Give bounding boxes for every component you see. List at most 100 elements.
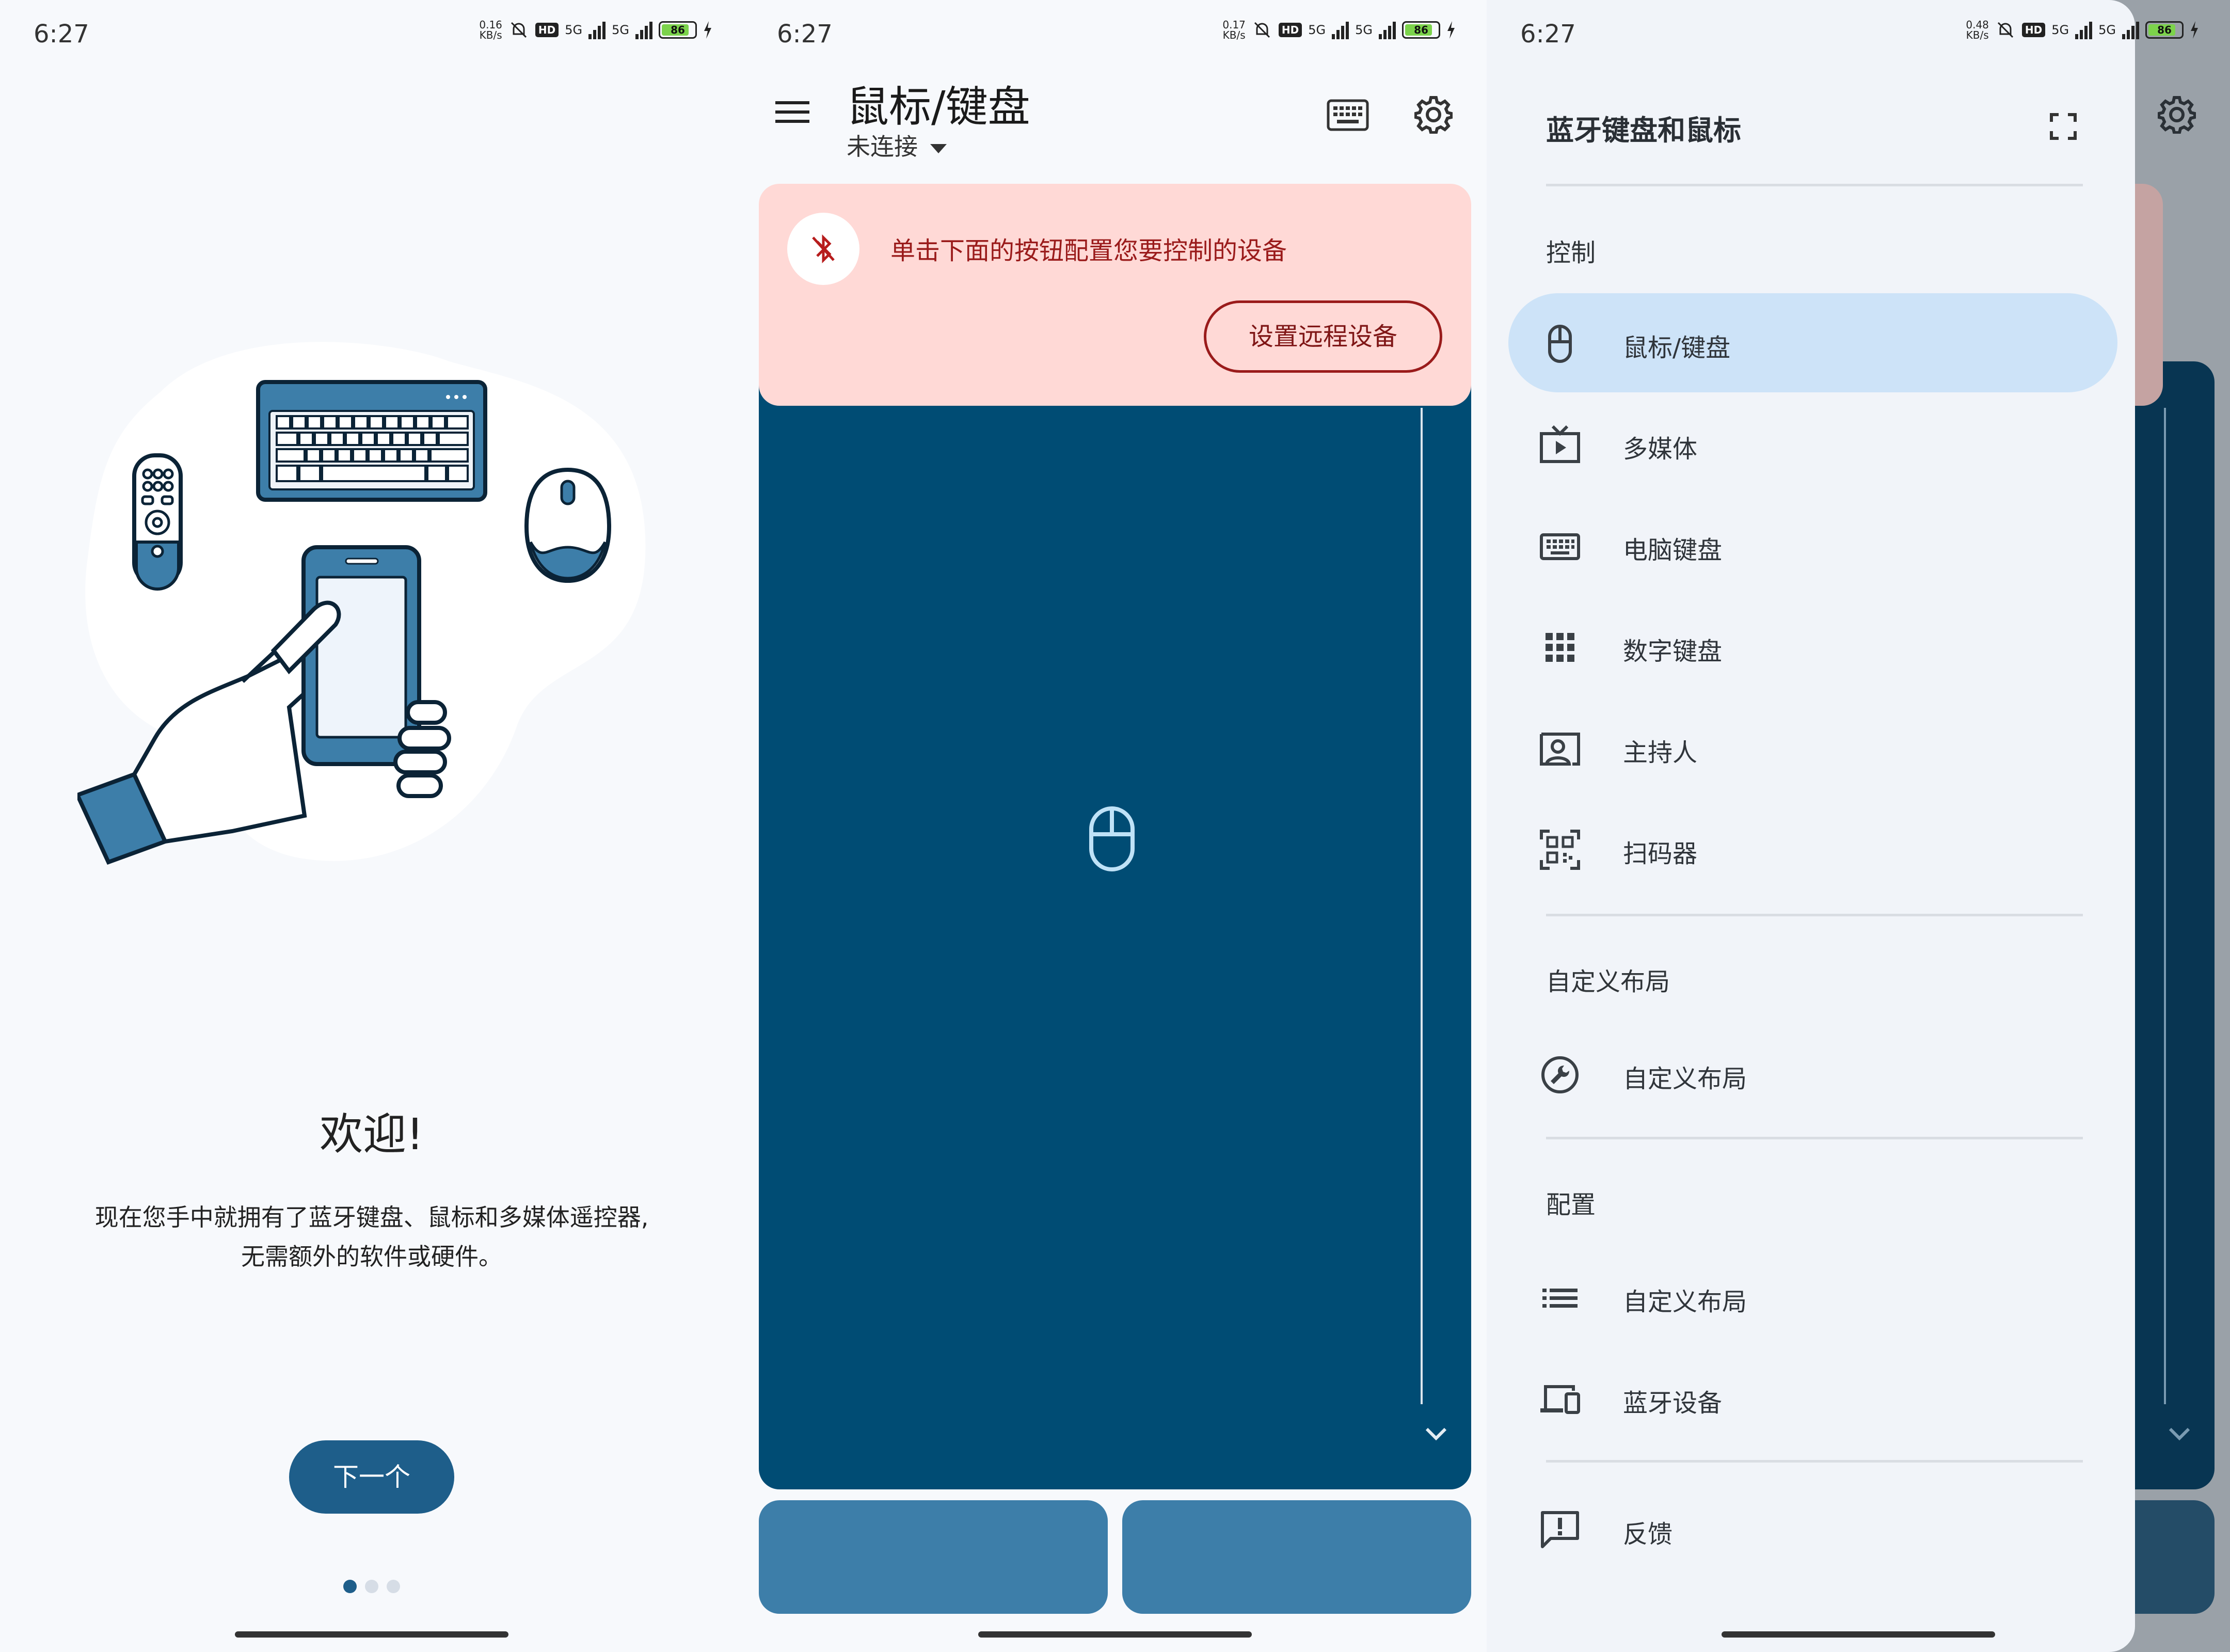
left-click-button[interactable] bbox=[759, 1500, 1108, 1614]
drawer-item-bluetooth-devices[interactable]: 蓝牙设备 bbox=[1508, 1348, 2117, 1448]
drawer-item-feedback[interactable]: 反馈 bbox=[1508, 1480, 2117, 1579]
drawer-item-presenter[interactable]: 主持人 bbox=[1508, 698, 2117, 797]
welcome-title: 欢迎! bbox=[320, 1109, 424, 1159]
status-time: 6:27 bbox=[1520, 20, 1576, 49]
section-label-control: 控制 bbox=[1546, 239, 1596, 267]
devices-illustration bbox=[77, 342, 646, 865]
divider bbox=[1546, 914, 2083, 916]
net-5g-label-2: 5G bbox=[1355, 23, 1373, 37]
drawer-item-label: 多媒体 bbox=[1623, 435, 1698, 464]
net-5g-label: 5G bbox=[565, 23, 583, 37]
signal-icon bbox=[2075, 21, 2093, 39]
charging-icon bbox=[1447, 21, 1455, 39]
status-bar: 6:27 0.16 KB/s HD 5G 5G 86 bbox=[0, 0, 743, 67]
devices-icon bbox=[1540, 1385, 1580, 1414]
status-icons: 0.17 KB/s HD 5G 5G 86 bbox=[1222, 20, 1456, 40]
bluetooth-disabled-badge bbox=[787, 213, 859, 285]
signal-icon bbox=[588, 21, 606, 39]
menu-icon[interactable] bbox=[775, 99, 811, 125]
settings-gear-icon[interactable] bbox=[1414, 96, 1453, 134]
qr-scan-icon bbox=[1540, 830, 1580, 870]
gesture-bar[interactable] bbox=[235, 1631, 508, 1638]
chevron-down-icon bbox=[2169, 1427, 2190, 1441]
right-click-button[interactable] bbox=[1122, 1500, 1471, 1614]
net-5g-label-2: 5G bbox=[612, 23, 629, 37]
net-speed: 0.48 KB/s bbox=[1966, 19, 1989, 41]
status-icons: 0.48 KB/s HD 5G 5G 86 bbox=[1966, 20, 2199, 40]
fullscreen-icon[interactable] bbox=[2049, 113, 2077, 140]
page-dot-2[interactable] bbox=[365, 1580, 378, 1593]
charging-icon bbox=[2191, 21, 2198, 39]
connection-status: 未连接 bbox=[847, 133, 918, 161]
mute-bell-icon bbox=[511, 22, 527, 38]
drawer-item-label: 鼠标/键盘 bbox=[1623, 333, 1731, 362]
section-label-custom-layout: 自定义布局 bbox=[1546, 967, 1670, 996]
drawer-item-layout-list[interactable]: 自定义布局 bbox=[1508, 1247, 2117, 1346]
wrench-icon bbox=[1541, 1056, 1579, 1093]
welcome-line-2: 无需额外的软件或硬件。 bbox=[241, 1243, 502, 1270]
navigation-drawer: 6:27 0.48 KB/s HD 5G 5G 86 蓝牙键盘和鼠标 控制 鼠标/… bbox=[1487, 0, 2198, 1652]
welcome-description: 现在您手中就拥有了蓝牙键盘、鼠标和多媒体遥控器, 无需额外的软件或硬件。 bbox=[52, 1198, 692, 1276]
drawer-item-mouse-keyboard[interactable]: 鼠标/键盘 bbox=[1508, 293, 2117, 392]
page-dot-1[interactable] bbox=[343, 1580, 357, 1593]
settings-gear-icon bbox=[2158, 96, 2196, 134]
chevron-down-icon[interactable] bbox=[1424, 1426, 1448, 1441]
hd-badge: HD bbox=[535, 23, 559, 37]
onboarding-screen: 6:27 0.16 KB/s HD 5G 5G 86 欢迎! 现在您手中就拥有了… bbox=[0, 0, 743, 1652]
signal-icon bbox=[1332, 21, 1349, 39]
mute-bell-icon bbox=[1254, 22, 1270, 38]
drawer-item-scanner[interactable]: 扫码器 bbox=[1508, 799, 2117, 898]
page-indicator bbox=[343, 1580, 400, 1593]
status-time: 6:27 bbox=[34, 20, 89, 49]
feedback-icon bbox=[1541, 1511, 1579, 1548]
status-icons: 0.16 KB/s HD 5G 5G 86 bbox=[479, 20, 712, 40]
next-button[interactable]: 下一个 bbox=[289, 1440, 454, 1514]
presenter-icon bbox=[1540, 733, 1580, 766]
touchpad[interactable] bbox=[759, 361, 1471, 1489]
drawer-item-numpad[interactable]: 数字键盘 bbox=[1508, 597, 2117, 696]
connection-dropdown[interactable]: 未连接 bbox=[847, 128, 947, 162]
gesture-bar[interactable] bbox=[978, 1631, 1252, 1638]
drawer-item-multimedia[interactable]: 多媒体 bbox=[1508, 394, 2117, 494]
keyboard-icon[interactable] bbox=[1327, 99, 1369, 131]
status-bar: 6:27 0.48 KB/s HD 5G 5G 86 bbox=[1487, 0, 2230, 67]
signal-icon-2 bbox=[635, 21, 652, 39]
welcome-line-1: 现在您手中就拥有了蓝牙键盘、鼠标和多媒体遥控器, bbox=[94, 1203, 649, 1231]
section-label-config: 配置 bbox=[1546, 1190, 1596, 1219]
dropdown-arrow-icon bbox=[930, 144, 947, 153]
gesture-bar[interactable] bbox=[1722, 1631, 1995, 1638]
drawer-item-custom-layout[interactable]: 自定义布局 bbox=[1508, 1024, 2117, 1123]
drawer-item-label: 自定义布局 bbox=[1623, 1065, 1747, 1093]
net-5g-label: 5G bbox=[1308, 23, 1326, 37]
drawer-item-label: 电脑键盘 bbox=[1623, 536, 1723, 565]
scroll-strip[interactable] bbox=[1421, 408, 1423, 1404]
mute-bell-icon bbox=[1997, 22, 2013, 38]
app-bar: 鼠标/键盘 未连接 bbox=[743, 67, 1487, 181]
bluetooth-off-icon bbox=[812, 234, 835, 264]
drawer-item-label: 自定义布局 bbox=[1623, 1288, 1747, 1316]
setup-banner: 单击下面的按钮配置您要控制的设备 设置远程设备 bbox=[759, 184, 1471, 406]
mouse-keyboard-screen: 6:27 0.17 KB/s HD 5G 5G 86 鼠标/键盘 未连接 单击下面… bbox=[743, 0, 1487, 1652]
drawer-item-label: 扫码器 bbox=[1623, 839, 1698, 868]
drawer-screen: 6:27 0.48 KB/s HD 5G 5G 86 蓝牙键盘和鼠标 控制 鼠标/… bbox=[1487, 0, 2230, 1652]
tv-play-icon bbox=[1540, 425, 1580, 463]
charging-icon bbox=[704, 21, 711, 39]
banner-message: 单击下面的按钮配置您要控制的设备 bbox=[890, 236, 1287, 265]
drawer-item-pc-keyboard[interactable]: 电脑键盘 bbox=[1508, 496, 2117, 595]
mouse-icon bbox=[1548, 325, 1572, 363]
page-title: 鼠标/键盘 bbox=[847, 83, 1030, 132]
divider bbox=[1546, 184, 2083, 186]
net-speed: 0.16 KB/s bbox=[479, 19, 502, 41]
scroll-strip-behind bbox=[2164, 408, 2166, 1404]
numpad-icon bbox=[1546, 633, 1574, 662]
mouse-icon bbox=[1089, 806, 1135, 871]
setup-remote-device-button[interactable]: 设置远程设备 bbox=[1204, 300, 1442, 373]
divider bbox=[1546, 1460, 2083, 1463]
battery-icon: 86 bbox=[2145, 21, 2184, 39]
signal-icon-2 bbox=[1379, 21, 1396, 39]
drawer-title: 蓝牙键盘和鼠标 bbox=[1546, 114, 1741, 147]
drawer-item-label: 主持人 bbox=[1623, 738, 1698, 767]
divider bbox=[1546, 1137, 2083, 1139]
signal-icon-2 bbox=[2122, 21, 2139, 39]
page-dot-3[interactable] bbox=[387, 1580, 400, 1593]
